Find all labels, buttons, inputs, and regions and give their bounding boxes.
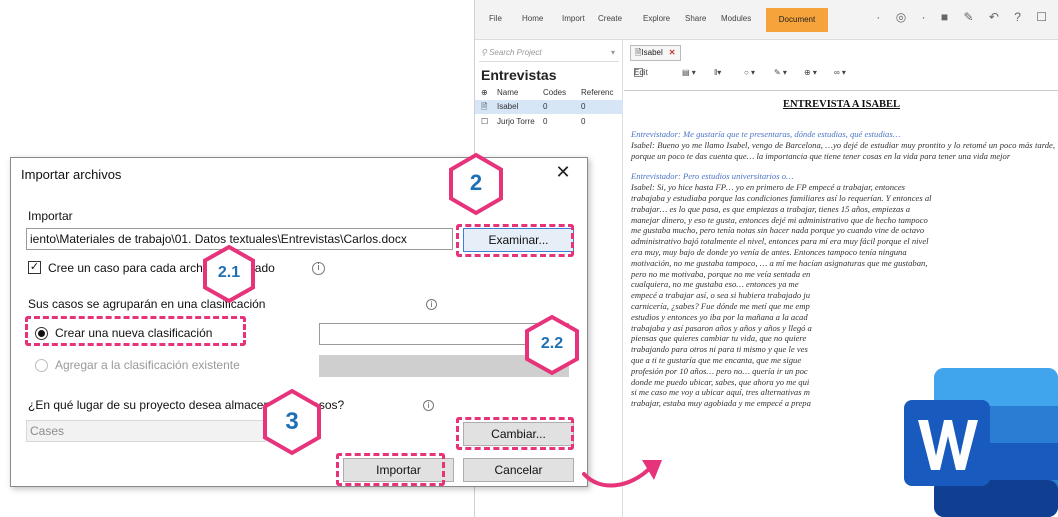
search-icon: ⚲ (481, 48, 490, 57)
info-icon[interactable]: i (312, 262, 325, 275)
arrow-icon (582, 460, 662, 488)
row-name: Isabel (497, 102, 519, 111)
document-icon: ☐ (481, 117, 489, 126)
answer-line: estudios y entonces yo iba por la mañana… (631, 311, 808, 322)
column-name[interactable]: Name (497, 88, 518, 97)
document-tab-label: Isabel (641, 48, 663, 57)
answer-line: Isabel: Si, yo hice hasta FP… yo en prim… (631, 182, 905, 193)
answer-line: trabajaba y así pasaron años y años y añ… (631, 322, 812, 333)
region-icon[interactable]: ○ ▾ (744, 68, 755, 77)
answer-line: trabajaba y estudiaba porque las condici… (631, 192, 932, 203)
link-icon[interactable]: ∞ ▾ (834, 68, 846, 77)
step-2-1-badge: 2.1 (199, 244, 259, 304)
step-3-label: 3 (285, 408, 299, 435)
ribbon-tools-icons[interactable]: · ◎ · ■ ✎ ↶ ? ☐ (876, 10, 1053, 24)
answer-line: carnicería, ¿sabes? Fue dónde me metí qu… (631, 300, 810, 311)
step-2-badge: 2 (444, 152, 508, 216)
row-codes: 0 (543, 102, 548, 111)
highlight-new-classification (25, 316, 246, 346)
dialog-title: Importar archivos (21, 167, 122, 182)
search-placeholder: Search Project (489, 48, 542, 57)
row-references: 0 (581, 117, 586, 126)
tab-file[interactable]: File (489, 14, 502, 23)
answer-line: que a ti te gustaría que me encanta, que… (631, 354, 802, 365)
tab-create[interactable]: Create (598, 14, 622, 23)
step-2-label: 2 (469, 170, 483, 195)
document-toolbar: Edit ▤ ▾ ǁ▾ ○ ▾ ✎ ▾ ⊕ ▾ ∞ ▾ (630, 68, 1050, 84)
edit-label: Edit (634, 68, 648, 77)
answer-line: trabajar… es lo que pasa, es que empieza… (631, 203, 911, 214)
step-2-2-label: 2.2 (540, 335, 564, 352)
answer-line: pero no me motivaba, porque no me veía s… (631, 268, 811, 279)
interviewer-question: Entrevistador: Me gustaría que te presen… (631, 129, 901, 139)
step-3-badge: 3 (258, 388, 326, 456)
step-2-1-label: 2.1 (217, 264, 241, 281)
cancel-button[interactable]: Cancelar (463, 458, 574, 482)
highlight-icon[interactable]: ✎ ▾ (774, 68, 787, 77)
answer-line: era muy, muy bajo de donde yo venía de a… (631, 246, 907, 257)
import-label: Importar (28, 209, 73, 223)
answer-line: motivación, no me gustaba tampoco, … a m… (631, 257, 928, 268)
answer-line: administrativo bajó totalmente el nivel,… (631, 236, 929, 247)
row-name: Jurjo Torre (497, 117, 535, 126)
word-logo-icon (904, 368, 1058, 517)
annotations-icon[interactable]: ▤ ▾ (682, 68, 696, 77)
folder-title: Entrevistas (481, 67, 557, 83)
info-icon[interactable]: i (426, 299, 437, 310)
highlight-change (456, 417, 574, 450)
close-icon[interactable]: ✕ (552, 162, 574, 183)
tab-explore[interactable]: Explore (643, 14, 670, 23)
column-references[interactable]: Referenc (581, 88, 613, 97)
location-field: Cases (26, 420, 266, 442)
zoom-icon[interactable]: ⊕ ▾ (804, 68, 817, 77)
answer-line: empecé a trabajar así, o sea si hubiera … (631, 290, 811, 301)
answer-line: cualquiera, no me gustaba eso… entonces … (631, 279, 799, 290)
interviewer-question: Entrevistador: Pero estudios universitar… (631, 171, 794, 182)
create-case-checkbox[interactable]: ✓ (28, 261, 41, 274)
stripes-icon[interactable]: ǁ▾ (714, 68, 721, 77)
row-codes: 0 (543, 117, 548, 126)
close-icon[interactable]: ✕ (669, 48, 676, 57)
document-title: ENTREVISTA A ISABEL (782, 99, 901, 110)
existing-classification-label: Agregar a la clasificación existente (55, 358, 240, 372)
tab-document[interactable]: Document (766, 8, 828, 32)
chevron-down-icon[interactable]: ▾ (611, 44, 615, 62)
answer-line: manejar dinero, y eso te gusta, entonces… (631, 214, 928, 225)
step-2-2-badge: 2.2 (521, 314, 583, 376)
row-references: 0 (581, 102, 586, 111)
existing-classification-radio[interactable] (35, 359, 48, 372)
answer-line: piensas que quieres cambiar tu vida, que… (631, 333, 807, 344)
document-tab[interactable]: 🗎Isabel ✕ (630, 45, 681, 61)
answer-line: me gustaba mucho, pero tenía notas sin h… (631, 225, 925, 236)
document-icon: 🗎 (481, 102, 488, 111)
tab-home[interactable]: Home (522, 14, 543, 23)
search-input[interactable]: ⚲ Search Project ▾ (479, 44, 619, 62)
ribbon: File Home Import Create Explore Share Mo… (475, 0, 1058, 40)
document-body: Entrevistador: Me gustaría que te presen… (631, 129, 1055, 409)
tab-import[interactable]: Import (562, 14, 585, 23)
list-item[interactable]: ☐ Jurjo Torre 0 0 (475, 115, 623, 129)
tab-share[interactable]: Share (685, 14, 706, 23)
answer-line: trabajando para otros ni para ti mismo y… (631, 344, 808, 355)
highlight-browse (456, 224, 574, 257)
answer-paragraph: Isabel: Bueno yo me llamo Isabel, vengo … (631, 139, 1055, 161)
add-column-icon[interactable]: ⊕ (481, 88, 488, 97)
info-icon[interactable]: i (423, 400, 434, 411)
column-codes[interactable]: Codes (543, 88, 566, 97)
list-item[interactable]: 🗎 Isabel 0 0 (475, 100, 623, 114)
highlight-import (336, 453, 445, 486)
tab-modules[interactable]: Modules (721, 14, 751, 23)
